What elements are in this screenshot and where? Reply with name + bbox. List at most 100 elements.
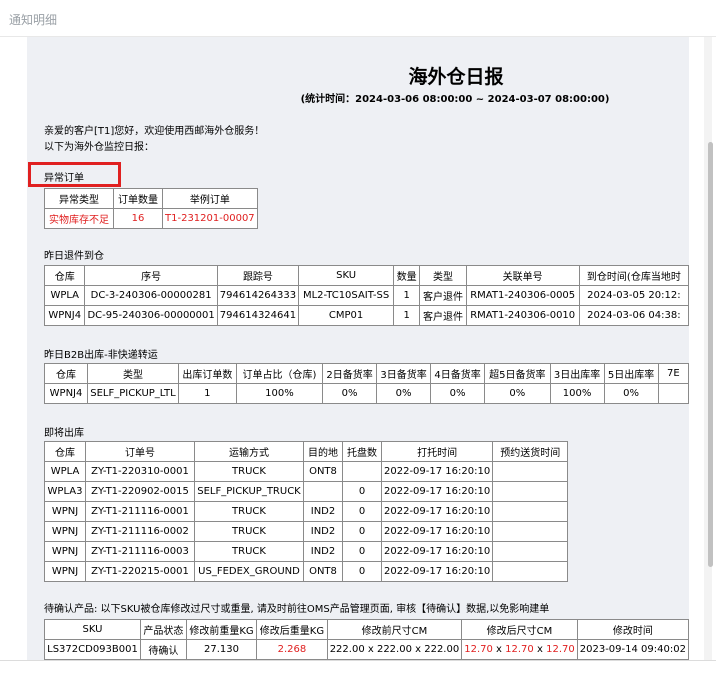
table-cell: IND2 <box>303 541 343 562</box>
table-cell: 794614264333 <box>216 285 300 306</box>
table-cell: 16 <box>113 208 163 229</box>
size-width: 12.70 <box>505 644 534 655</box>
column-header: 举例订单 <box>162 188 258 209</box>
table-row: 实物库存不足 16 T1-231201-00007 <box>44 208 258 229</box>
table-cell: 待确认 <box>139 639 187 660</box>
greeting-text: 亲爱的客户[T1]您好，欢迎使用西邮海外仓服务！ <box>44 126 265 137</box>
returns-table: 仓库 序号 跟踪号 SKU 数量 类型 关联单号 到仓时间(仓库当地时 WPLA… <box>44 265 689 326</box>
pending-products-table: SKU 产品状态 修改前重量KG 修改后重量KG 修改前尺寸CM 修改后尺寸CM… <box>44 619 689 660</box>
table-cell: WPLA <box>44 285 86 306</box>
table-cell: 0 <box>342 561 382 582</box>
table-cell: 12.70 x 12.70 x 12.70 <box>461 639 578 660</box>
table-cell: RMAT1-240306-0005 <box>465 285 580 306</box>
column-header: 序号 <box>84 265 218 286</box>
table-cell: 0 <box>342 521 382 542</box>
pending-table-viewport: SKU 产品状态 修改前重量KG 修改后重量KG 修改前尺寸CM 修改后尺寸CM… <box>44 619 689 660</box>
table-cell: 794614324641 <box>216 305 300 326</box>
abnormal-orders-table: 异常类型 订单数量 举例订单 实物库存不足 16 T1-231201-00007 <box>44 188 258 229</box>
table-cell <box>492 541 569 562</box>
table-cell: T1-231201-00007 <box>162 208 258 229</box>
table-cell: WPNJ4 <box>44 305 86 326</box>
column-header: 修改时间 <box>576 619 689 640</box>
report-subtitle: (统计时间：2024-03-06 08:00:00 ~ 2024-03-07 0… <box>300 94 610 105</box>
column-header: 类型 <box>419 265 467 286</box>
table-cell <box>492 461 569 482</box>
table-cell: LS372CD093B001 <box>44 639 141 660</box>
table-cell: WPNJ <box>44 501 86 522</box>
table-cell: 0% <box>322 383 378 404</box>
table-cell: CMP01 <box>298 305 395 326</box>
table-cell: 实物库存不足 <box>44 208 114 229</box>
b2b-table-viewport: 仓库 类型 出库订单数 订单占比（仓库) 2日备货率 3日备货率 4日备货率 超… <box>44 363 689 405</box>
table-cell: ONT8 <box>303 561 343 582</box>
scrollbar-thumb[interactable] <box>708 142 713 567</box>
intro-text: 以下为海外仓监控日报： <box>44 142 154 153</box>
column-header: 超5日备货率 <box>484 363 551 384</box>
table-row: WPLA3 ZY-T1-220902-0015 SELF_PICKUP_TRUC… <box>44 481 569 502</box>
table-cell: 2022-09-17 16:20:10 <box>380 561 494 582</box>
column-header: 4日备货率 <box>430 363 486 384</box>
table-cell: ZY-T1-220215-0001 <box>85 561 195 582</box>
size-separator: x <box>536 644 543 655</box>
table-cell: DC-95-240306-00000001 <box>84 305 218 326</box>
table-cell: WPLA3 <box>44 481 86 502</box>
table-cell: WPNJ <box>44 561 86 582</box>
column-header: 修改前重量KG <box>185 619 258 640</box>
table-cell: 222.00 x 222.00 x 222.00 <box>326 639 463 660</box>
table-row: WPNJ4 DC-95-240306-00000001 794614324641… <box>44 305 689 326</box>
table-cell: ONT8 <box>303 461 343 482</box>
column-header: 修改后尺寸CM <box>461 619 578 640</box>
upcoming-outbound-title: 即将出库 <box>44 428 84 439</box>
table-cell: 2022-09-17 16:20:10 <box>380 461 494 482</box>
upcoming-outbound-table: 仓库 订单号 运输方式 目的地 托盘数 打托时间 预约送货时间 WPLA ZY-… <box>44 441 569 582</box>
table-header-row: 仓库 序号 跟踪号 SKU 数量 类型 关联单号 到仓时间(仓库当地时 <box>44 265 689 286</box>
size-length: 12.70 <box>464 644 493 655</box>
table-cell: SELF_PICKUP_TRUCK <box>194 481 304 502</box>
table-cell: WPNJ <box>44 541 86 562</box>
table-cell: TRUCK <box>194 541 304 562</box>
table-cell: IND2 <box>303 521 343 542</box>
table-cell: WPNJ <box>44 521 86 542</box>
table-cell: TRUCK <box>194 501 304 522</box>
column-header: 仓库 <box>44 441 86 462</box>
table-cell: 2024-03-06 04:38: <box>578 305 689 326</box>
table-cell: 0% <box>376 383 432 404</box>
column-header: 修改后重量KG <box>256 619 328 640</box>
table-cell: IND2 <box>303 501 343 522</box>
column-header: 仓库 <box>44 363 89 384</box>
table-cell: 2022-09-17 16:20:10 <box>380 521 494 542</box>
highlight-box <box>28 162 121 187</box>
table-header-row: SKU 产品状态 修改前重量KG 修改后重量KG 修改前尺寸CM 修改后尺寸CM… <box>44 619 689 640</box>
table-row: WPNJ ZY-T1-211116-0002 TRUCK IND2 0 2022… <box>44 521 569 542</box>
column-header: 订单数量 <box>113 188 163 209</box>
table-cell <box>492 501 569 522</box>
column-header: 3日备货率 <box>376 363 432 384</box>
footer-divider <box>0 660 716 661</box>
table-cell: 2022-09-17 16:20:10 <box>380 481 494 502</box>
table-cell: 100% <box>235 383 324 404</box>
column-header: 预约送货时间 <box>492 441 569 462</box>
table-header-row: 异常类型 订单数量 举例订单 <box>44 188 258 209</box>
column-header: 订单占比（仓库) <box>235 363 324 384</box>
column-header: 订单号 <box>85 441 195 462</box>
b2b-outbound-table: 仓库 类型 出库订单数 订单占比（仓库) 2日备货率 3日备货率 4日备货率 超… <box>44 363 689 404</box>
table-cell: 2022-09-17 16:20:10 <box>380 541 494 562</box>
table-cell: SELF_PICKUP_LTL <box>87 383 179 404</box>
column-header: 打托时间 <box>380 441 494 462</box>
column-header: 托盘数 <box>342 441 382 462</box>
column-header: 3日出库率 <box>549 363 605 384</box>
column-header: 异常类型 <box>44 188 114 209</box>
column-header: 仓库 <box>44 265 86 286</box>
column-header: 出库订单数 <box>177 363 237 384</box>
table-cell: ZY-T1-211116-0003 <box>85 541 195 562</box>
table-row: WPNJ ZY-T1-211116-0001 TRUCK IND2 0 2022… <box>44 501 569 522</box>
column-header: 修改前尺寸CM <box>326 619 463 640</box>
table-cell: DC-3-240306-00000281 <box>84 285 218 306</box>
table-cell <box>657 383 689 404</box>
table-cell: 1 <box>177 383 237 404</box>
table-cell: 100% <box>549 383 605 404</box>
column-header: 目的地 <box>303 441 343 462</box>
table-row: WPNJ4 SELF_PICKUP_LTL 1 100% 0% 0% 0% 0%… <box>44 383 689 404</box>
column-header: 关联单号 <box>465 265 580 286</box>
table-row: WPLA DC-3-240306-00000281 794614264333 M… <box>44 285 689 306</box>
